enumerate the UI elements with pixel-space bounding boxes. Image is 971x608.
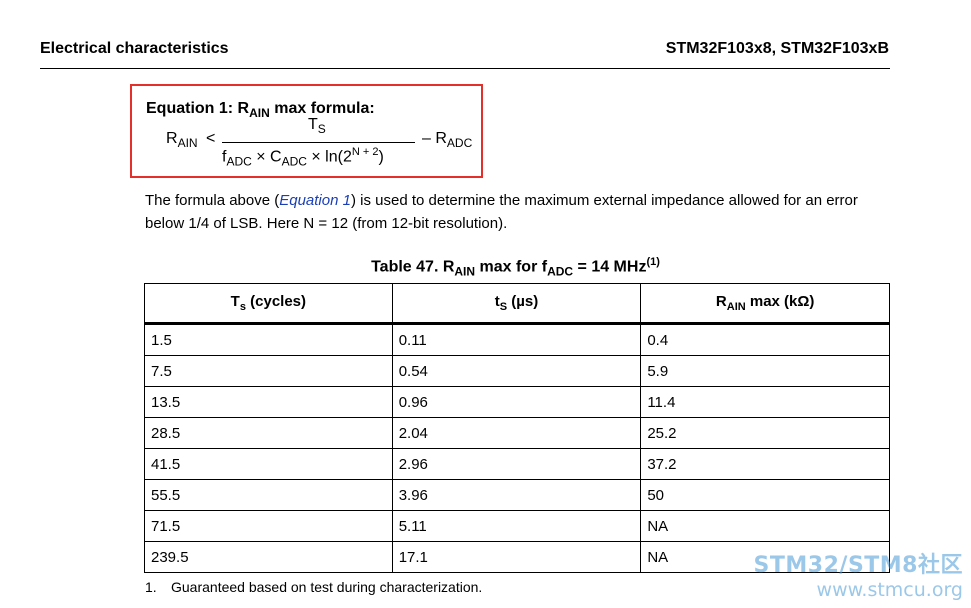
- cell-rain: 37.2: [640, 448, 890, 480]
- table-caption: Table 47. RAIN max for fADC = 14 MHz(1): [371, 256, 660, 279]
- equation-box: Equation 1: RAIN max formula: RAIN < TS …: [130, 84, 483, 178]
- formula-denominator: fADC × CADC × ln(2N + 2): [222, 146, 384, 169]
- cell-rain: 11.4: [640, 386, 890, 418]
- cell-ts-us: 5.11: [391, 510, 642, 542]
- formula-lhs: RAIN: [166, 130, 198, 151]
- cell-rain: 0.4: [640, 323, 890, 356]
- watermark-url: www.stmcu.org: [816, 579, 963, 601]
- fraction-bar: [222, 142, 415, 143]
- cell-ts: 13.5: [144, 386, 393, 418]
- cell-rain: 5.9: [640, 355, 890, 387]
- table-row: 71.5 5.11 NA: [144, 510, 890, 542]
- table-row: 7.5 0.54 5.9: [144, 355, 890, 387]
- formula-relation: <: [206, 130, 216, 147]
- cell-ts: 41.5: [144, 448, 393, 480]
- table-row: 28.5 2.04 25.2: [144, 417, 890, 449]
- table-row: 13.5 0.96 11.4: [144, 386, 890, 418]
- cell-ts-us: 2.96: [391, 448, 642, 480]
- cell-rain: NA: [640, 510, 890, 542]
- cell-ts: 7.5: [144, 355, 393, 387]
- cell-ts: 1.5: [144, 323, 393, 356]
- watermark: STM32/STM8社区 www.stmcu.org: [754, 547, 963, 601]
- formula-numerator: TS: [308, 116, 326, 137]
- footnote-text: Guaranteed based on test during characte…: [171, 579, 483, 595]
- cell-ts-us: 0.11: [391, 323, 642, 356]
- cell-ts-us: 2.04: [391, 417, 642, 449]
- table-row: 1.5 0.11 0.4: [144, 323, 890, 356]
- footnote-number: 1.: [145, 579, 157, 595]
- equation-link[interactable]: Equation 1: [279, 192, 351, 209]
- watermark-title: STM32/STM8社区: [753, 553, 963, 578]
- footnote-ref[interactable]: (1): [646, 256, 659, 268]
- cell-ts: 71.5: [144, 510, 393, 542]
- table-header-row: Ts (cycles) tS (µs) RAIN max (kΩ): [144, 283, 890, 325]
- cell-ts-us: 0.96: [391, 386, 642, 418]
- table-row: 41.5 2.96 37.2: [144, 448, 890, 480]
- header-rule: [40, 68, 890, 69]
- part-number-header: STM32F103x8, STM32F103xB: [665, 40, 889, 57]
- body-paragraph: The formula above (Equation 1) is used t…: [145, 192, 858, 232]
- cell-ts: 55.5: [144, 479, 393, 511]
- rain-table: Ts (cycles) tS (µs) RAIN max (kΩ) 1.5 0.1…: [144, 283, 890, 573]
- cell-ts: 28.5: [144, 417, 393, 449]
- cell-rain: 25.2: [640, 417, 890, 449]
- equation-formula: RAIN < TS fADC × CADC × ln(2N + 2) – RAD…: [132, 86, 481, 176]
- col-header-ts: Ts (cycles): [144, 283, 393, 325]
- col-header-rain: RAIN max (kΩ): [640, 283, 890, 325]
- formula-rhs: – RADC: [422, 130, 473, 151]
- section-header: Electrical characteristics: [40, 40, 229, 57]
- cell-ts-us: 0.54: [391, 355, 642, 387]
- col-header-ts-us: tS (µs): [391, 283, 642, 325]
- cell-ts-us: 3.96: [391, 479, 642, 511]
- cell-ts: 239.5: [144, 541, 393, 573]
- table-row: 55.5 3.96 50: [144, 479, 890, 511]
- cell-rain: 50: [640, 479, 890, 511]
- table-footnote: 1. Guaranteed based on test during charac…: [145, 579, 482, 595]
- cell-ts-us: 17.1: [391, 541, 642, 573]
